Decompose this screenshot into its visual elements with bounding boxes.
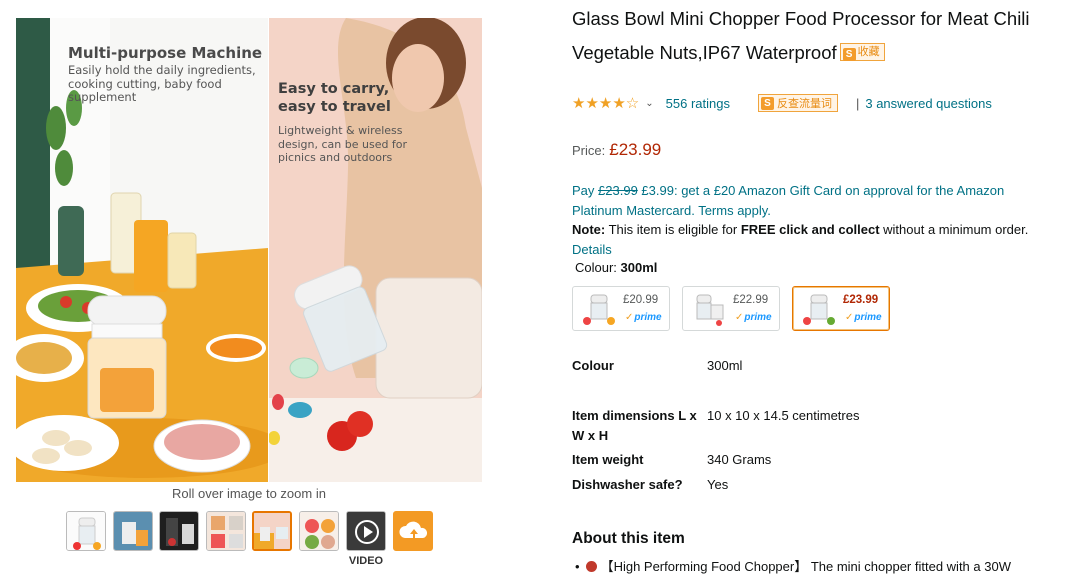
variant-swatch-1[interactable]: £20.99 ✓prime xyxy=(572,286,670,331)
product-title-text: Glass Bowl Mini Chopper Food Processor f… xyxy=(572,8,1030,63)
note-text-1: This item is eligible for xyxy=(605,222,741,237)
variant-3-image xyxy=(803,294,835,325)
thumbnail-6-image xyxy=(300,512,338,550)
s-plugin-icon: S xyxy=(842,48,856,62)
upload-video-thumbnail[interactable] xyxy=(393,511,433,551)
collect-badge-label: 收藏 xyxy=(857,46,880,59)
note-text-2: without a minimum order. xyxy=(879,222,1029,237)
colour-selection-label: Colour: 300ml xyxy=(575,260,657,275)
about-heading: About this item xyxy=(572,530,685,547)
spec-value-dimensions: 10 x 10 x 14.5 centimetres xyxy=(707,408,860,423)
click-collect-note: Note: This item is eligible for FREE cli… xyxy=(572,220,1067,259)
spec-value-colour: 300ml xyxy=(707,358,743,373)
image-text-easy-carry: Lightweight & wireless design, can be us… xyxy=(278,124,408,164)
prime-badge: ✓prime xyxy=(625,312,662,323)
spec-value-dishwasher: Yes xyxy=(707,477,729,492)
answered-questions-link[interactable]: 3 answered questions xyxy=(865,96,991,111)
thumbnail-5[interactable] xyxy=(252,511,292,551)
prime-badge: ✓prime xyxy=(735,312,772,323)
thumbnail-3-image xyxy=(160,512,198,550)
video-thumbnail[interactable] xyxy=(346,511,386,551)
rating-row: ★★★★☆ ⌄ 556 ratings S 反查流量词 | 3 answered … xyxy=(572,92,992,114)
ratings-count-link[interactable]: 556 ratings xyxy=(666,96,730,111)
product-title: Glass Bowl Mini Chopper Food Processor f… xyxy=(572,2,1052,70)
offer-pay: Pay xyxy=(572,183,595,198)
variant-swatch-2[interactable]: £22.99 ✓prime xyxy=(682,286,780,331)
thumbnail-3[interactable] xyxy=(159,511,199,551)
traffic-keywords-label: 反查流量词 xyxy=(776,98,832,110)
check-icon: ✓ xyxy=(735,312,744,323)
spec-key-weight: Item weight xyxy=(572,452,644,467)
spec-key-colour: Colour xyxy=(572,358,614,373)
gift-card-offer[interactable]: Pay £23.99 £3.99: get a £20 Amazon Gift … xyxy=(572,181,1052,220)
prime-label: prime xyxy=(744,312,772,323)
thumbnail-4-image xyxy=(207,512,245,550)
note-label: Note: xyxy=(572,222,606,237)
variant-swatch-3[interactable]: £23.99 ✓prime xyxy=(792,286,890,331)
price-label: Price: xyxy=(572,143,606,158)
video-label: VIDEO xyxy=(348,555,384,567)
image-heading-easy-carry: Easy to carry, easy to travel xyxy=(278,81,391,115)
zoom-hint: Roll over image to zoom in xyxy=(172,486,326,501)
chevron-down-icon[interactable]: ⌄ xyxy=(645,98,653,109)
play-icon xyxy=(347,512,385,550)
divider: | xyxy=(855,95,860,111)
colour-label: Colour: xyxy=(575,260,617,275)
price-row: Price: £23.99 xyxy=(572,140,661,160)
offer-old-price: £23.99 xyxy=(598,183,638,198)
thumbnail-1[interactable] xyxy=(66,511,106,551)
variant-2-image xyxy=(696,294,724,326)
traffic-keywords-badge[interactable]: S 反查流量词 xyxy=(757,94,838,112)
check-icon: ✓ xyxy=(845,312,854,323)
spec-key-dimensions: Item dimensions L x W x H xyxy=(572,408,697,443)
main-product-image[interactable]: Multi-purpose Machine Easily hold the da… xyxy=(16,18,482,482)
collect-badge[interactable]: S 收藏 xyxy=(839,43,885,62)
star-rating[interactable]: ★★★★☆ xyxy=(572,94,639,112)
colour-value: 300ml xyxy=(620,260,658,275)
about-bullet: • 【High Performing Food Chopper】 The mini… xyxy=(575,556,1065,575)
cloud-upload-icon xyxy=(394,512,432,550)
variant-1-image xyxy=(583,294,615,325)
thumbnail-6[interactable] xyxy=(299,511,339,551)
spec-key-dishwasher: Dishwasher safe? xyxy=(572,477,683,492)
variant-2-price: £22.99 xyxy=(733,294,769,306)
prime-label: prime xyxy=(634,312,662,323)
thumbnail-2[interactable] xyxy=(113,511,153,551)
note-bold: FREE click and collect xyxy=(740,222,880,237)
s-plugin-icon: S xyxy=(760,96,774,110)
thumbnail-4[interactable] xyxy=(206,511,246,551)
variant-1-price: £20.99 xyxy=(623,294,659,306)
prime-badge: ✓prime xyxy=(845,312,882,323)
spec-value-weight: 340 Grams xyxy=(707,452,772,467)
prime-label: prime xyxy=(854,312,882,323)
thumbnail-2-image xyxy=(114,512,152,550)
offer-new-price: £3.99 xyxy=(641,183,674,198)
variant-3-price: £23.99 xyxy=(843,294,879,306)
thumbnail-5-image xyxy=(254,513,290,549)
price-value: £23.99 xyxy=(609,140,662,159)
check-icon: ✓ xyxy=(625,312,634,323)
details-link[interactable]: Details xyxy=(572,242,612,257)
image-heading-multipurpose: Multi-purpose Machine xyxy=(68,44,263,62)
thumbnail-1-image xyxy=(67,512,105,550)
image-text-multipurpose: Easily hold the daily ingredients, cooki… xyxy=(68,63,256,104)
